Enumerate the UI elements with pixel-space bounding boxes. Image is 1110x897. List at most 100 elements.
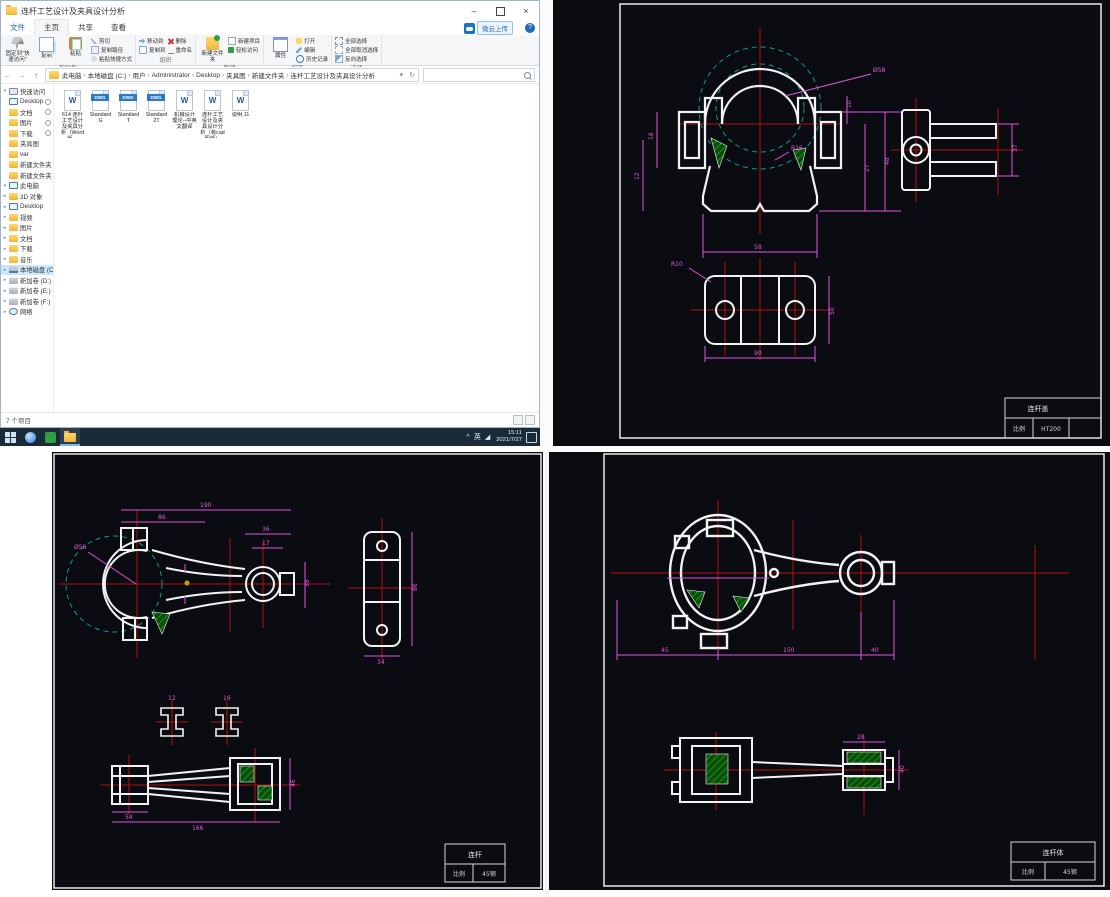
breadcrumb-administrator[interactable]: Administrator [152, 72, 190, 79]
sidebar-item-downloads-qa[interactable]: 下载 [1, 128, 53, 139]
refresh-icon[interactable]: ↻ [406, 71, 418, 79]
navigation-pane[interactable]: ▾ 快速访问 Desktop 文档 图片 下载 夹具图 var 新建文件夹 新建文… [1, 84, 54, 414]
tray-chevron-icon[interactable]: ^ [465, 434, 472, 441]
file-item-standard-g[interactable]: DWG Standard G [88, 90, 113, 124]
sidebar-item-desktop-qa[interactable]: Desktop [1, 97, 53, 108]
pin-to-quick-access-button[interactable]: 固定到"快速访问" [4, 36, 31, 63]
forward-icon[interactable]: → [15, 71, 29, 80]
file-list[interactable]: W 614 连杆工艺设计及夹具分析（Word版… DWG Standard G … [54, 84, 539, 414]
action-center-icon[interactable] [526, 431, 537, 443]
window-controls: – × [461, 1, 539, 21]
sidebar-item-new-folder[interactable]: 新建文件夹 [1, 160, 53, 171]
quadrant-gap [549, 890, 1110, 897]
sidebar-item-new-volume-d[interactable]: ▸ 新加卷 (D:) [1, 275, 53, 286]
sidebar-item-local-disk-c[interactable]: ▸ 本地磁盘 (C:) [1, 264, 53, 275]
sidebar-item-3d-objects[interactable]: ▸ 3D 对象 [1, 191, 53, 202]
sidebar-item-pictures[interactable]: ▸ 图片 [1, 223, 53, 234]
breadcrumb-users[interactable]: 用户 [132, 70, 145, 80]
sidebar-item-new-volume-f[interactable]: ▸ 新加卷 (F:) [1, 296, 53, 307]
group-clipboard: 固定到"快速访问" 复制 粘贴 剪切 复制路径 粘贴快捷方式 [1, 35, 137, 72]
file-item-standard-t[interactable]: DWG Standard T [116, 90, 141, 124]
tab-view[interactable]: 查看 [102, 20, 135, 35]
copy-path-button[interactable]: 复制路径 [91, 46, 132, 54]
copy-to-button[interactable]: 复制到 [139, 46, 166, 54]
dropdown-icon[interactable]: ▾ [397, 71, 407, 79]
select-none-button[interactable]: 全部取消选择 [335, 46, 378, 54]
cut-button[interactable]: 剪切 [91, 37, 132, 45]
cloud-upload-badge[interactable]: 微云上传 [464, 21, 513, 35]
tab-share[interactable]: 共享 [69, 20, 102, 35]
properties-button[interactable]: 属性 [267, 36, 294, 59]
clock[interactable]: 15:11 2021/7/27 [492, 430, 526, 443]
bottom-view-rod-cap: 90 50 R10 [671, 258, 836, 362]
close-button[interactable]: × [513, 1, 539, 21]
sidebar-item-fixture-folder[interactable]: 夹具图 [1, 139, 53, 150]
open-button[interactable]: 打开 [296, 37, 328, 45]
scale-label: 比例 [1013, 425, 1025, 433]
sidebar-item-videos[interactable]: ▸ 视频 [1, 212, 53, 223]
sidebar-item-downloads[interactable]: ▸ 下载 [1, 244, 53, 255]
search-input[interactable] [423, 68, 535, 82]
file-item-design-analysis-doc[interactable]: W 连杆工艺设计及夹具设计分析（有cad图纸） [200, 90, 225, 138]
file-item-readme-doc[interactable]: W 说明.11 [228, 90, 253, 118]
sidebar-item-desktop[interactable]: ▸ Desktop [1, 202, 53, 213]
new-item-icon [228, 37, 237, 45]
thumbnail-view-icon[interactable] [525, 415, 535, 425]
new-folder-button[interactable]: 新建文件夹 [199, 35, 226, 63]
sidebar-section-quick-access[interactable]: ▾ 快速访问 [1, 86, 53, 97]
taskbar: ^ 英 ◢ 15:11 2021/7/27 [0, 428, 540, 446]
minimize-button[interactable]: – [461, 1, 487, 21]
sidebar-item-new-folder-2[interactable]: 新建文件夹 (2) [1, 170, 53, 181]
maximize-button[interactable] [487, 1, 513, 21]
history-button[interactable]: 历史记录 [296, 55, 328, 63]
paste-shortcut-button[interactable]: 粘贴快捷方式 [91, 55, 132, 63]
sidebar-item-new-volume-e[interactable]: ▸ 新加卷 (E:) [1, 286, 53, 297]
language-indicator[interactable]: 英 [472, 432, 483, 442]
edit-button[interactable]: 编辑 [296, 46, 328, 54]
file-item-standard-2t[interactable]: DWG Standard 2T [144, 90, 169, 124]
paste-button[interactable]: 粘贴 [62, 36, 89, 57]
breadcrumb-fixture-folder[interactable]: 夹具图 [226, 70, 246, 80]
properties-icon [273, 37, 289, 52]
start-button[interactable] [0, 428, 20, 446]
tab-file[interactable]: 文件 [1, 20, 34, 35]
list-view-icon[interactable] [513, 415, 523, 425]
sidebar-item-documents-qa[interactable]: 文档 [1, 107, 53, 118]
invert-selection-button[interactable]: 反向选择 [335, 55, 378, 63]
up-icon[interactable]: ↑ [29, 71, 43, 80]
delete-button[interactable]: 删除 [168, 37, 193, 45]
help-icon[interactable]: ? [525, 23, 535, 33]
sidebar-section-this-pc[interactable]: ▾ 此电脑 [1, 181, 53, 192]
search-icon [524, 71, 531, 79]
tab-home[interactable]: 主页 [34, 19, 69, 35]
sidebar-item-var[interactable]: var [1, 149, 53, 160]
network-icon[interactable]: ◢ [483, 433, 492, 441]
easy-access-button[interactable]: 轻松访问 [228, 46, 260, 54]
breadcrumb-this-pc[interactable]: 此电脑 [62, 70, 82, 80]
select-all-button[interactable]: 全部选择 [335, 37, 378, 45]
back-icon[interactable]: ← [1, 71, 15, 80]
move-to-button[interactable]: 移动到 [139, 37, 166, 45]
file-item-word-614[interactable]: W 614 连杆工艺设计及夹具分析（Word版… [60, 90, 85, 138]
sidebar-item-network[interactable]: ▸ 网络 [1, 307, 53, 318]
address-bar[interactable]: 此电脑 › 本地磁盘 (C:) › 用户 › Administrator › Deskt… [45, 68, 419, 82]
new-item-button[interactable]: 新建项目 [228, 37, 260, 45]
sidebar-item-music[interactable]: ▸ 音乐 [1, 254, 53, 265]
dwg-file-icon: DWG [147, 90, 165, 111]
copy-icon [39, 37, 54, 52]
breadcrumb-c-drive[interactable]: 本地磁盘 (C:) [88, 70, 127, 80]
titlebar[interactable]: 连杆工艺设计及夹具设计分析 – × [1, 1, 539, 21]
sidebar-item-pictures-qa[interactable]: 图片 [1, 118, 53, 129]
breadcrumb-desktop[interactable]: Desktop [196, 72, 220, 79]
breadcrumb-current-folder[interactable]: 连杆工艺设计及夹具设计分析 [291, 70, 376, 80]
sidebar-item-documents[interactable]: ▸ 文档 [1, 233, 53, 244]
taskbar-wps-icon[interactable] [40, 428, 60, 446]
file-item-translation-doc[interactable]: W 机械设计理论--中英文翻译 [172, 90, 197, 130]
taskbar-browser-icon[interactable] [20, 428, 40, 446]
taskbar-explorer-icon[interactable] [60, 428, 80, 446]
rename-button[interactable]: 重命名 [167, 46, 192, 54]
copy-button[interactable]: 复制 [33, 36, 60, 59]
breadcrumb-new-folder[interactable]: 新建文件夹 [252, 70, 285, 80]
new-folder-icon [206, 35, 221, 50]
dim-label: R26 [791, 145, 803, 152]
